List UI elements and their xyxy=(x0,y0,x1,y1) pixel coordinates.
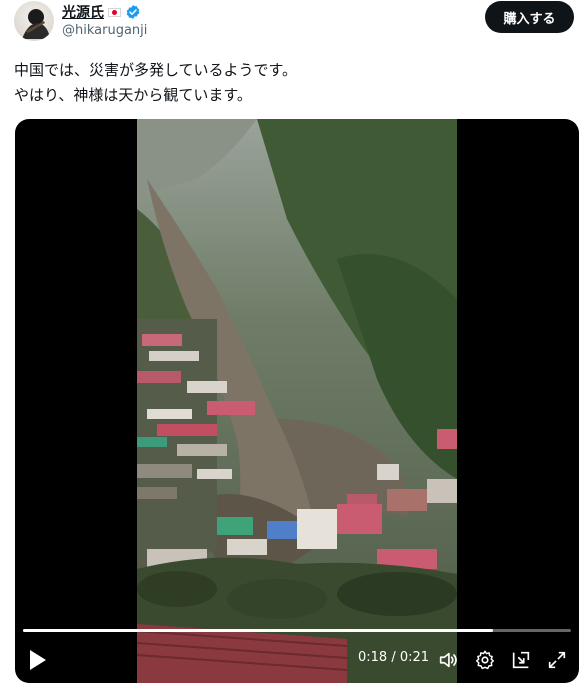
gear-icon[interactable] xyxy=(474,649,496,671)
video-player[interactable]: 0:18 / 0:21 xyxy=(15,119,579,683)
tweet-text-line: やはり、神様は天から観ています。 xyxy=(14,86,252,104)
progress-fill xyxy=(23,629,493,632)
tweet-text-line: 中国では、災害が多発しているようです。 xyxy=(14,61,298,79)
buy-button[interactable]: 購入する xyxy=(485,1,574,33)
avatar[interactable] xyxy=(14,1,54,41)
video-frame-image xyxy=(137,119,457,683)
play-icon[interactable] xyxy=(27,647,49,673)
fullscreen-icon[interactable] xyxy=(546,649,568,671)
user-handle[interactable]: @hikaruganji xyxy=(62,23,147,38)
progress-bar[interactable] xyxy=(23,629,571,632)
tweet-header: 光源氏 @hikaruganji 購入する xyxy=(14,0,574,46)
name-row: 光源氏 xyxy=(62,3,141,21)
display-name[interactable]: 光源氏 xyxy=(62,2,104,22)
tweet-text: 中国では、災害が多発しているようです。 やはり、神様は天から観ています。 xyxy=(14,58,574,108)
volume-icon[interactable] xyxy=(437,649,459,671)
verified-badge-icon xyxy=(126,5,140,19)
video-time: 0:18 / 0:21 xyxy=(358,650,430,665)
video-frame[interactable] xyxy=(137,119,457,683)
picture-in-picture-icon[interactable] xyxy=(510,649,532,671)
japan-flag-icon xyxy=(108,7,121,17)
